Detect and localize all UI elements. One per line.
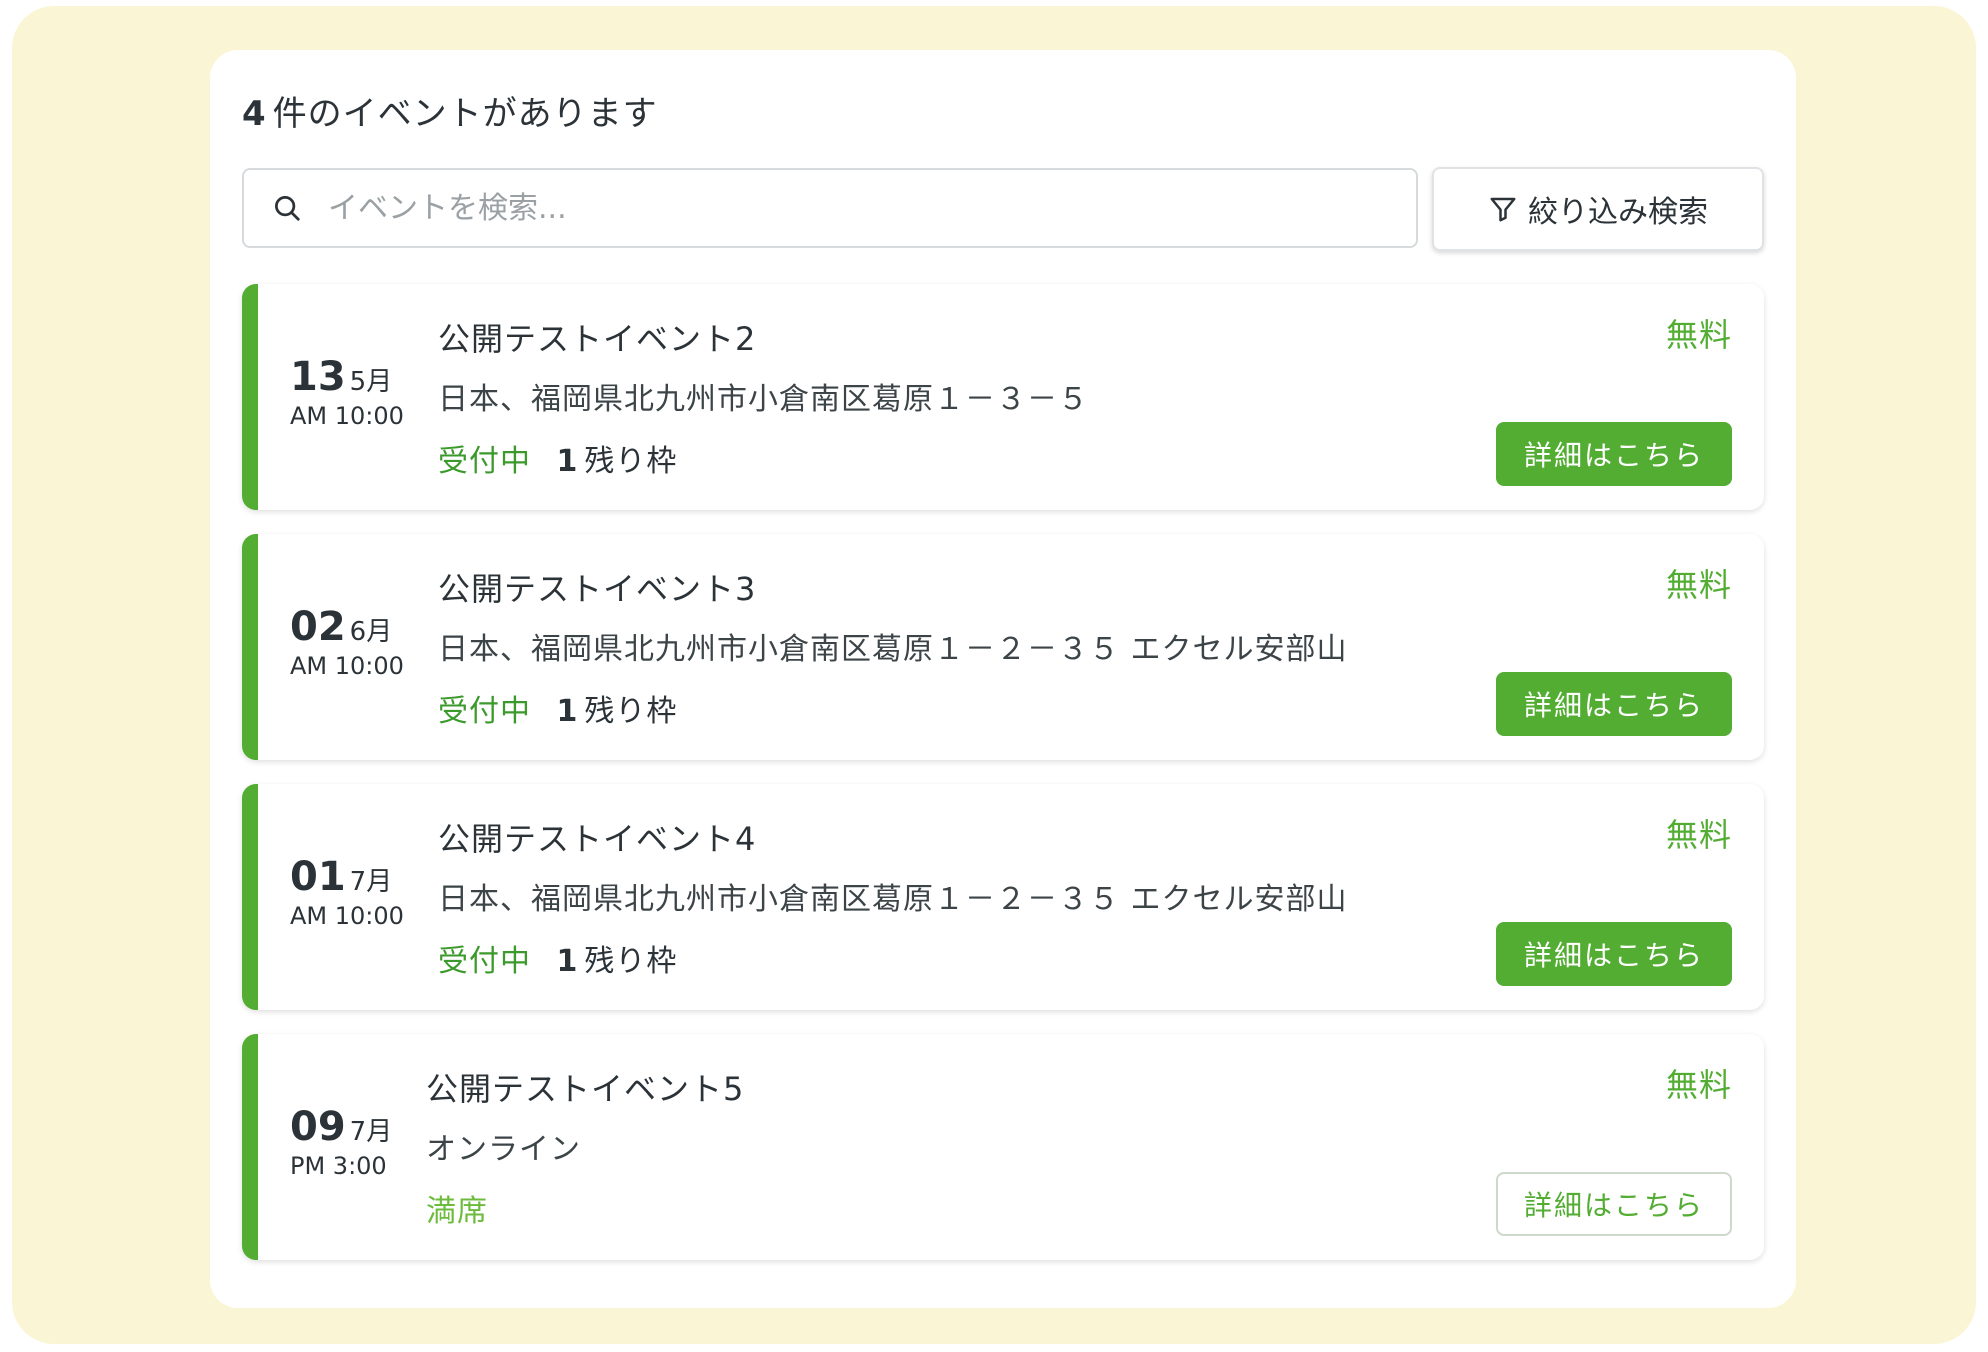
event-accent-bar [242, 534, 258, 760]
event-status-row: 受付中 1 残り枠 [438, 436, 677, 480]
event-location: オンライン [426, 1132, 581, 1167]
filter-search-label: 絞り込み検索 [1528, 195, 1708, 230]
event-title: 公開テストイベント4 [438, 820, 757, 858]
page-background: 4件のイベントがあります 絞り込み検索 135月 [12, 6, 1976, 1344]
search-input[interactable] [326, 189, 1416, 227]
event-price: 無料 [1665, 1066, 1732, 1104]
event-day: 13 [290, 354, 346, 400]
slots-count: 1 [556, 694, 579, 729]
event-details-button[interactable]: 詳細はこちら [1496, 1172, 1732, 1236]
slots-label: 残り枠 [584, 694, 678, 729]
event-month: 7月 [349, 867, 393, 897]
event-month: 7月 [349, 1117, 393, 1147]
event-title: 公開テストイベント2 [438, 320, 757, 358]
event-details-button[interactable]: 詳細はこちら [1496, 922, 1732, 986]
event-count: 4 [242, 94, 267, 134]
event-accent-bar [242, 284, 258, 510]
event-price: 無料 [1665, 566, 1732, 604]
event-remaining-slots: 1 残り枠 [557, 944, 678, 979]
event-status: 満席 [426, 1194, 488, 1229]
slots-label: 残り枠 [584, 944, 678, 979]
event-time: AM 10:00 [290, 902, 404, 930]
event-status-row: 満席 [426, 1186, 488, 1230]
event-status: 受付中 [438, 694, 531, 729]
event-time: AM 10:00 [290, 652, 404, 680]
event-day: 01 [290, 854, 346, 900]
event-count-suffix: 件のイベントがあります [272, 94, 658, 134]
event-day: 02 [290, 604, 346, 650]
event-card: 09 7月 PM 3:00 公開テストイベント5 オンライン 満席 無料 詳細はこ… [242, 1034, 1764, 1260]
slots-count: 1 [556, 944, 579, 979]
event-accent-bar [242, 784, 258, 1010]
slots-label: 残り枠 [584, 444, 678, 479]
event-details-button[interactable]: 詳細はこちら [1496, 672, 1732, 736]
filter-icon [1488, 194, 1518, 224]
event-date: 02 6月 AM 10:00 [290, 604, 404, 680]
event-title: 公開テストイベント3 [438, 570, 757, 608]
event-status-row: 受付中 1 残り枠 [438, 686, 677, 730]
event-month: 6月 [349, 617, 393, 647]
search-icon [270, 191, 304, 225]
event-count-heading: 4 件のイベントがあります [242, 86, 658, 135]
event-title: 公開テストイベント5 [426, 1070, 745, 1108]
event-date: 09 7月 PM 3:00 [290, 1104, 392, 1180]
slots-count: 1 [556, 444, 579, 479]
event-time: AM 10:00 [290, 402, 404, 430]
event-remaining-slots: 1 残り枠 [557, 694, 678, 729]
event-date: 13 5月 AM 10:00 [290, 354, 404, 430]
event-card: 02 6月 AM 10:00 公開テストイベント3 日本、福岡県北九州市小倉南区葛… [242, 534, 1764, 760]
event-time: PM 3:00 [290, 1152, 387, 1180]
event-price: 無料 [1665, 316, 1732, 354]
event-date: 01 7月 AM 10:00 [290, 854, 404, 930]
event-status-row: 受付中 1 残り枠 [438, 936, 677, 980]
event-details-button[interactable]: 詳細はこちら [1496, 422, 1732, 486]
event-day: 09 [290, 1104, 346, 1150]
event-location: 日本、福岡県北九州市小倉南区葛原１－２－３５ エクセル安部山 [438, 882, 1348, 917]
event-status: 受付中 [438, 944, 531, 979]
event-list-panel: 4件のイベントがあります 絞り込み検索 135月 [210, 50, 1796, 1308]
event-accent-bar [242, 1034, 258, 1260]
search-box[interactable] [242, 168, 1418, 248]
event-location: 日本、福岡県北九州市小倉南区葛原１－３－５ [438, 382, 1089, 417]
event-status: 受付中 [438, 444, 531, 479]
event-location: 日本、福岡県北九州市小倉南区葛原１－２－３５ エクセル安部山 [438, 632, 1348, 667]
filter-search-button[interactable]: 絞り込み検索 [1432, 167, 1764, 251]
event-card: 13 5月 AM 10:00 公開テストイベント2 日本、福岡県北九州市小倉南区葛… [242, 284, 1764, 510]
event-month: 5月 [349, 367, 393, 397]
event-price: 無料 [1665, 816, 1732, 854]
event-card: 01 7月 AM 10:00 公開テストイベント4 日本、福岡県北九州市小倉南区葛… [242, 784, 1764, 1010]
event-remaining-slots: 1 残り枠 [557, 444, 678, 479]
